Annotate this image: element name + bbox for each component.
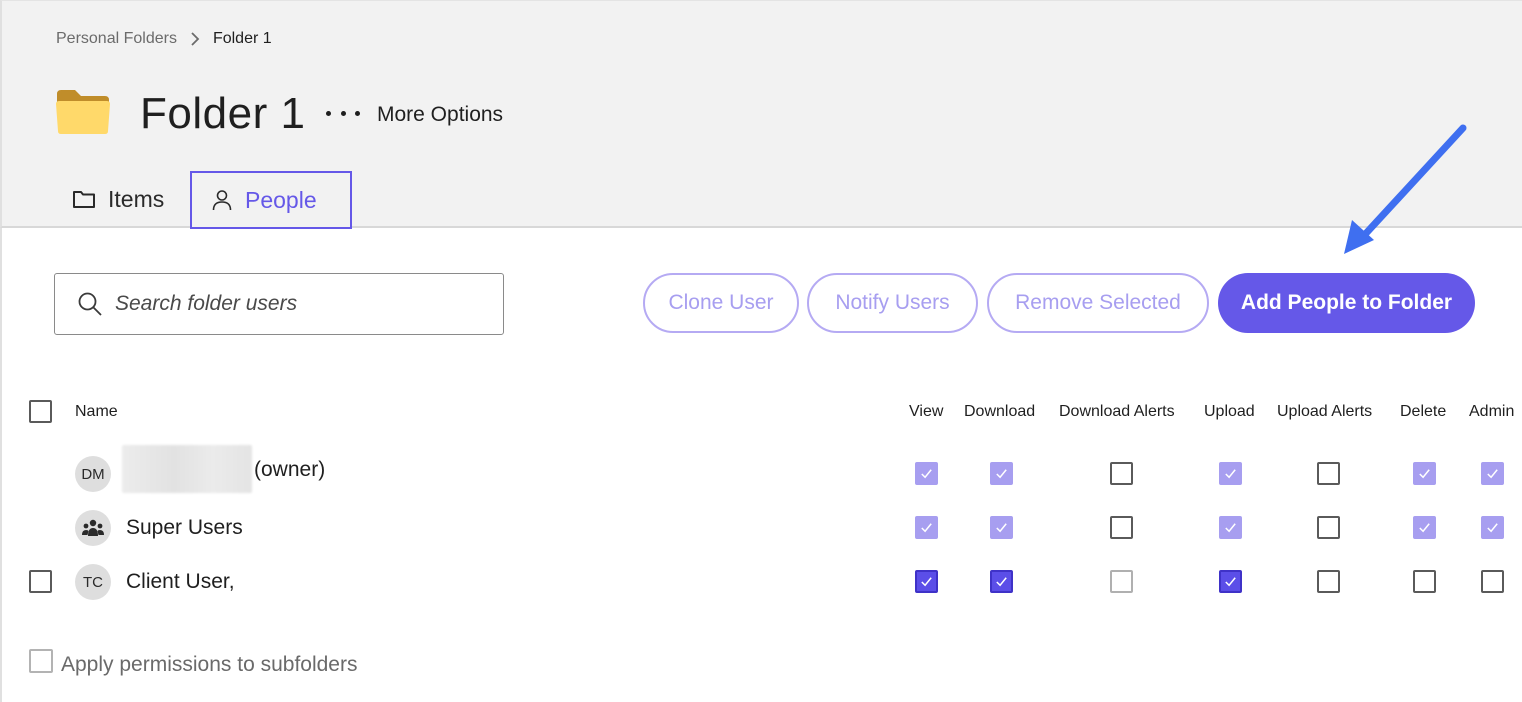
row-select-checkbox[interactable] [29, 570, 52, 593]
add-people-to-folder-button[interactable]: Add People to Folder [1218, 273, 1475, 333]
chevron-right-icon [190, 32, 200, 46]
permission-checkbox-download-alerts [1110, 570, 1133, 593]
folder-outline-icon [73, 191, 95, 208]
tab-items[interactable]: Items [72, 173, 164, 225]
tab-people-label: People [245, 186, 317, 213]
group-users-icon [75, 510, 111, 546]
notify-users-button[interactable]: Notify Users [807, 273, 978, 333]
permission-checkbox-upload-alerts[interactable] [1317, 570, 1340, 593]
breadcrumb-current: Folder 1 [212, 30, 272, 47]
folder-icon [56, 90, 110, 134]
permission-checkbox-upload[interactable] [1219, 570, 1242, 593]
redacted-name [122, 445, 252, 493]
more-options-button[interactable]: More Options [377, 103, 503, 127]
permission-checkbox-delete[interactable] [1413, 462, 1436, 485]
annotation-arrow-icon [1344, 124, 1467, 254]
permission-checkbox-view[interactable] [915, 570, 938, 593]
permission-checkbox-upload-alerts[interactable] [1317, 462, 1340, 485]
permission-checkbox-download-alerts[interactable] [1110, 516, 1133, 539]
folder-header: Personal Folders Folder 1 Folder 1 More … [0, 0, 1522, 229]
permission-checkbox-download[interactable] [990, 570, 1013, 593]
permission-checkbox-view[interactable] [915, 516, 938, 539]
permission-checkbox-admin[interactable] [1481, 570, 1504, 593]
breadcrumb: Personal Folders Folder 1 [56, 30, 272, 48]
remove-selected-button[interactable]: Remove Selected [987, 273, 1209, 333]
avatar: DM [75, 456, 111, 492]
column-header-name: Name [75, 403, 118, 420]
clone-user-button[interactable]: Clone User [643, 273, 799, 333]
column-header-upload-alerts: Upload Alerts [1277, 403, 1373, 420]
more-options-icon[interactable] [323, 99, 363, 127]
tab-items-label: Items [108, 185, 165, 212]
select-all-checkbox[interactable] [29, 400, 52, 423]
page-title: Folder 1 [140, 89, 306, 138]
client-user-label: Client User, [126, 570, 235, 593]
person-icon [212, 190, 232, 211]
permission-checkbox-download[interactable] [990, 462, 1013, 485]
permission-checkbox-delete[interactable] [1413, 516, 1436, 539]
permission-checkbox-admin[interactable] [1481, 516, 1504, 539]
column-header-download-alerts: Download Alerts [1059, 403, 1175, 420]
avatar: TC [75, 564, 111, 600]
search-input[interactable] [115, 292, 475, 316]
column-header-download: Download [964, 403, 1036, 420]
permission-checkbox-download-alerts[interactable] [1110, 462, 1133, 485]
apply-subfolders-checkbox[interactable] [29, 649, 53, 673]
tab-people[interactable]: People [190, 171, 352, 229]
permission-checkbox-upload[interactable] [1219, 516, 1242, 539]
permission-checkbox-delete[interactable] [1413, 570, 1436, 593]
super-users-label: Super Users [126, 516, 243, 539]
apply-subfolders-label: Apply permissions to subfolders [61, 653, 358, 676]
permission-checkbox-download[interactable] [990, 516, 1013, 539]
search-box[interactable] [54, 273, 504, 335]
permission-checkbox-upload-alerts[interactable] [1317, 516, 1340, 539]
column-header-delete: Delete [1400, 403, 1447, 420]
search-icon [78, 292, 102, 316]
permission-checkbox-admin[interactable] [1481, 462, 1504, 485]
permission-checkbox-upload[interactable] [1219, 462, 1242, 485]
breadcrumb-personal-folders[interactable]: Personal Folders [56, 30, 177, 48]
permission-checkbox-view[interactable] [915, 462, 938, 485]
column-header-upload: Upload [1204, 403, 1255, 420]
column-header-admin: Admin [1469, 403, 1515, 420]
owner-label: (owner) [254, 458, 326, 481]
column-header-view: View [909, 403, 944, 420]
